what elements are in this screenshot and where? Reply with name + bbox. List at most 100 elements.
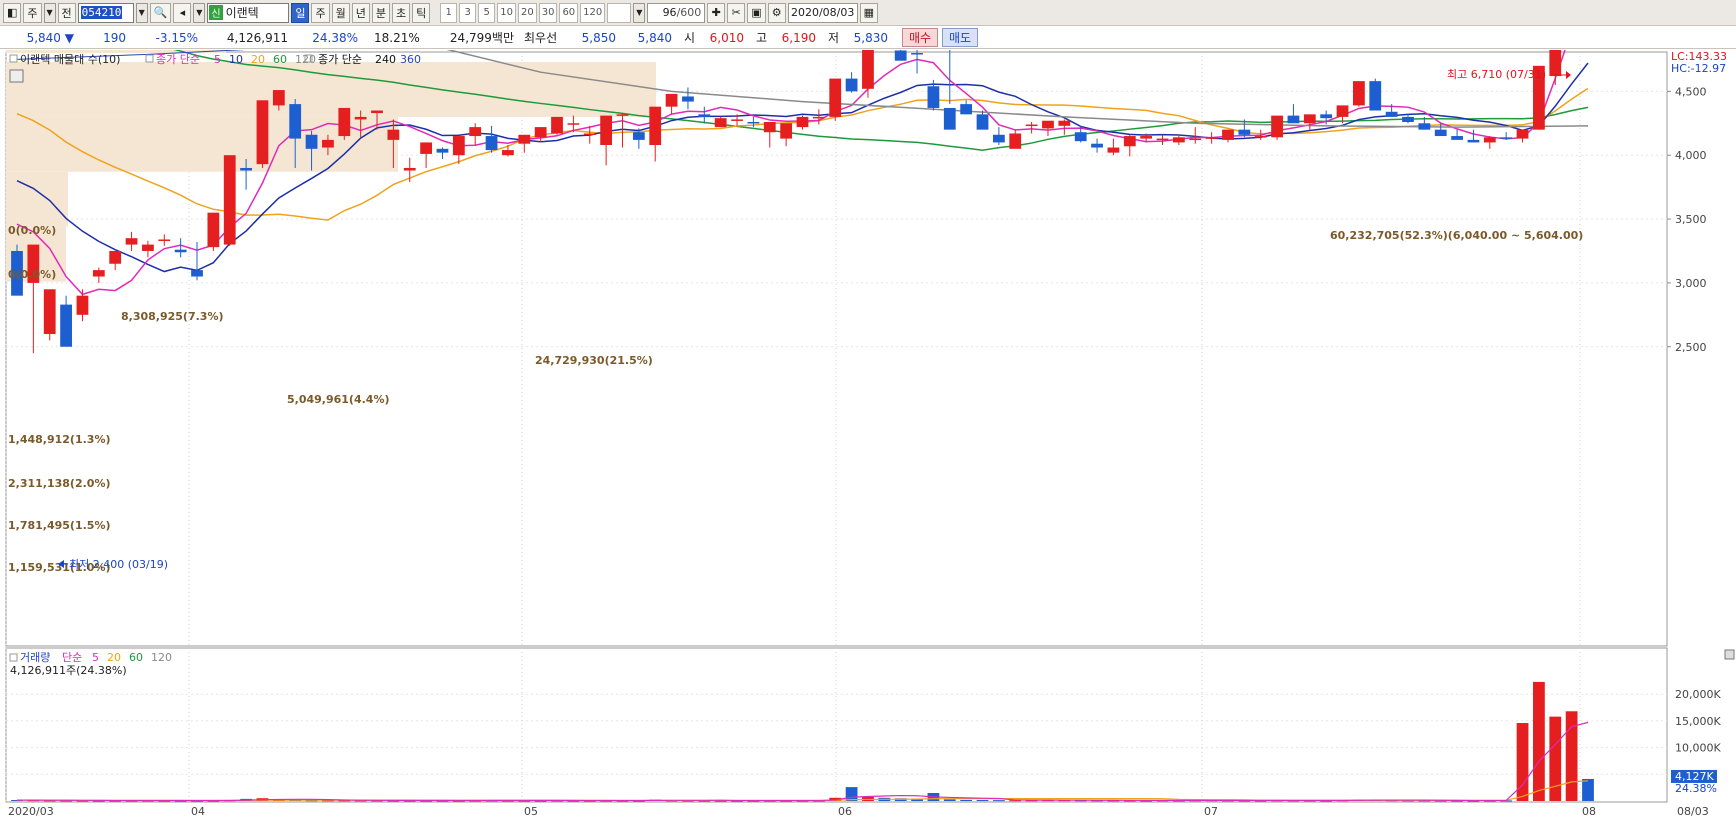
candle-up[interactable] xyxy=(551,116,563,134)
candle-up[interactable] xyxy=(207,212,220,248)
interval-10[interactable]: 10 xyxy=(497,2,516,23)
volume-bar[interactable] xyxy=(1565,711,1578,801)
period-toggle-button[interactable]: 주 xyxy=(23,2,42,23)
candle-up[interactable] xyxy=(92,270,105,277)
period-tab-week[interactable]: 주 xyxy=(311,2,330,23)
candle-down[interactable] xyxy=(1402,116,1414,122)
chart-area[interactable]: 6,5006,0005,5005,0004,5004,0003,5003,000… xyxy=(0,0,1736,822)
candle-up[interactable] xyxy=(1025,124,1038,127)
candle-up[interactable] xyxy=(354,116,367,120)
candle-up[interactable] xyxy=(731,119,743,121)
period-tab-month[interactable]: 월 xyxy=(331,2,350,23)
stock-code-input[interactable]: 054210 xyxy=(77,2,134,23)
candle-up[interactable] xyxy=(829,78,842,117)
calendar-icon[interactable]: ▦ xyxy=(859,2,879,23)
candle-down[interactable] xyxy=(1238,129,1251,135)
crosshair-icon[interactable]: ✚ xyxy=(707,2,726,23)
candle-up[interactable] xyxy=(583,133,596,135)
candle-down[interactable] xyxy=(305,134,318,149)
candle-down[interactable] xyxy=(1385,111,1398,117)
interval-5[interactable]: 5 xyxy=(478,2,496,23)
candle-down[interactable] xyxy=(747,121,760,124)
candle-up[interactable] xyxy=(502,150,514,156)
candle-up[interactable] xyxy=(256,100,269,165)
interval-60[interactable]: 60 xyxy=(559,2,579,23)
interval-dropdown-icon[interactable]: ▼ xyxy=(633,2,646,23)
period-tab-year[interactable]: 년 xyxy=(351,2,370,23)
candle-up[interactable] xyxy=(125,238,138,245)
search-icon[interactable]: 🔍 xyxy=(149,2,172,23)
code-dropdown-icon[interactable]: ▼ xyxy=(135,2,148,23)
candle-up[interactable] xyxy=(142,244,154,251)
candle-up[interactable] xyxy=(796,116,809,128)
candle-up[interactable] xyxy=(420,142,433,154)
candle-up[interactable] xyxy=(371,110,383,114)
period-dropdown-icon[interactable]: ▼ xyxy=(43,2,56,23)
candle-down[interactable] xyxy=(845,78,858,92)
candle-up[interactable] xyxy=(387,129,400,140)
candle-up[interactable] xyxy=(272,90,285,106)
interval-20[interactable]: 20 xyxy=(517,2,537,23)
candle-up[interactable] xyxy=(600,115,613,145)
candle-up[interactable] xyxy=(1042,120,1054,129)
candle-up[interactable] xyxy=(649,106,662,145)
stock-name-field[interactable]: 신 이랜텍 xyxy=(207,2,290,23)
candle-up[interactable] xyxy=(1009,133,1022,149)
candle-up[interactable] xyxy=(76,295,89,315)
period-tab-day[interactable]: 일 xyxy=(291,2,310,23)
candle-up[interactable] xyxy=(780,123,793,139)
candle-up[interactable] xyxy=(1336,105,1349,117)
candle-down[interactable] xyxy=(911,53,923,55)
candle-down[interactable] xyxy=(485,136,498,151)
candle-down[interactable] xyxy=(1451,136,1463,140)
candle-down[interactable] xyxy=(894,50,907,61)
candle-up[interactable] xyxy=(1271,115,1283,138)
volume-bar[interactable] xyxy=(992,800,1005,802)
prev-button[interactable]: 전 xyxy=(57,2,76,23)
candle-up[interactable] xyxy=(714,118,727,128)
candle-down[interactable] xyxy=(191,270,203,277)
candle-down[interactable] xyxy=(682,96,694,102)
candle-up[interactable] xyxy=(616,114,629,116)
volume-bar[interactable] xyxy=(943,799,956,801)
candle-down[interactable] xyxy=(240,167,252,171)
speaker-icon[interactable]: ◂ xyxy=(173,2,192,23)
candle-up[interactable] xyxy=(1123,136,1136,147)
candle-up[interactable] xyxy=(1172,137,1185,143)
gear-icon[interactable]: ⚙ xyxy=(767,2,786,23)
candle-up[interactable] xyxy=(862,41,874,89)
candle-down[interactable] xyxy=(289,104,302,139)
candle-down[interactable] xyxy=(943,107,956,130)
candle-up[interactable] xyxy=(158,239,171,241)
candle-up[interactable] xyxy=(518,134,531,144)
candle-up[interactable] xyxy=(1222,129,1234,140)
candle-down[interactable] xyxy=(1091,143,1103,148)
date-input[interactable]: 2020/08/03 xyxy=(787,2,858,23)
candle-down[interactable] xyxy=(1467,139,1480,143)
candle-down[interactable] xyxy=(927,86,940,108)
volume-bar[interactable] xyxy=(1533,681,1545,801)
candle-down[interactable] xyxy=(436,148,449,153)
candle-down[interactable] xyxy=(174,249,187,253)
candle-down[interactable] xyxy=(632,132,645,140)
candle-up[interactable] xyxy=(763,121,776,133)
candle-up[interactable] xyxy=(403,167,416,171)
buy-button[interactable]: 매수 xyxy=(902,28,938,47)
candle-down[interactable] xyxy=(992,134,1005,143)
candle-down[interactable] xyxy=(976,114,989,130)
candle-down[interactable] xyxy=(698,114,711,117)
volume-bar[interactable] xyxy=(976,800,989,802)
interval-3[interactable]: 3 xyxy=(459,2,477,23)
volume-bar[interactable] xyxy=(1582,778,1594,801)
candle-up[interactable] xyxy=(567,123,580,125)
candle-up[interactable] xyxy=(1189,138,1202,141)
candle-up[interactable] xyxy=(812,116,825,119)
interval-120[interactable]: 120 xyxy=(580,2,606,23)
speaker-dropdown-icon[interactable]: ▼ xyxy=(193,2,206,23)
candle-down[interactable] xyxy=(1320,114,1333,119)
candle-up[interactable] xyxy=(534,127,547,138)
candle-down[interactable] xyxy=(1434,129,1447,137)
interval-30[interactable]: 30 xyxy=(538,2,558,23)
sell-button[interactable]: 매도 xyxy=(942,28,978,47)
data-count-input[interactable]: 96/600 xyxy=(647,2,706,23)
